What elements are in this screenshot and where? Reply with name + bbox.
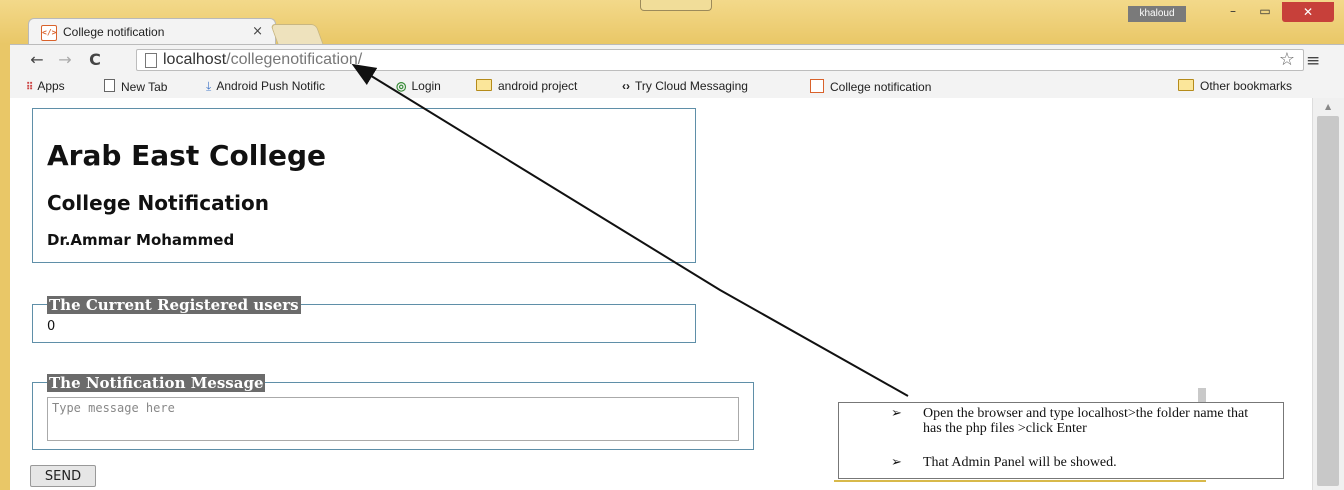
- page-icon: [104, 79, 115, 92]
- back-arrow-icon[interactable]: ←: [26, 49, 48, 71]
- callout-step-1-text: Open the browser and type localhost>the …: [923, 406, 1249, 436]
- bookmark-star-icon[interactable]: ☆: [1279, 49, 1295, 70]
- titlebar-handle: [640, 0, 712, 11]
- window-titlebar: </> College notification × khaloud – ▭ ✕: [0, 0, 1344, 46]
- download-icon: ⤓: [206, 79, 212, 93]
- college-name-heading: Arab East College: [47, 139, 326, 172]
- bookmark-college-notification[interactable]: College notification: [810, 79, 931, 94]
- browser-toolbar: ← → C localhost/collegenotification/ ☆ ≡: [10, 44, 1344, 77]
- bookmark-other[interactable]: Other bookmarks: [1178, 79, 1292, 93]
- page-icon: [145, 53, 157, 68]
- chrome-icon: ◎: [396, 79, 407, 93]
- scrollbar-thumb[interactable]: [1317, 116, 1339, 486]
- vertical-scrollbar[interactable]: ▲: [1312, 98, 1344, 490]
- close-window-button[interactable]: ✕: [1282, 2, 1334, 22]
- tab-college-notification[interactable]: </> College notification ×: [28, 18, 276, 46]
- scroll-up-icon[interactable]: ▲: [1325, 102, 1331, 111]
- tab-title: College notification: [63, 25, 165, 39]
- registered-users-count: 0: [47, 319, 56, 334]
- code-icon: ‹›: [622, 79, 630, 93]
- bookmark-try-cloud-messaging[interactable]: ‹› Try Cloud Messaging: [622, 79, 748, 93]
- folder-icon: [476, 79, 492, 91]
- bookmark-apps[interactable]: ⠿ Apps: [26, 79, 65, 93]
- site-favicon-icon: [810, 79, 824, 93]
- bookmark-login[interactable]: ◎ Login: [396, 79, 441, 93]
- new-tab-button[interactable]: [270, 24, 324, 45]
- folder-icon: [1178, 79, 1194, 91]
- header-panel: Arab East College College Notification D…: [32, 108, 696, 263]
- profile-badge[interactable]: khaloud: [1128, 6, 1186, 22]
- page-subtitle: College Notification: [47, 191, 270, 215]
- reload-icon[interactable]: C: [84, 49, 106, 71]
- bookmark-android-project[interactable]: android project: [476, 79, 577, 93]
- notification-message-fieldset: The Notification Message: [32, 374, 754, 450]
- instruction-callout: ➢ Open the browser and type localhost>th…: [838, 402, 1284, 479]
- bookmark-android-push[interactable]: ⤓ Android Push Notific: [206, 79, 325, 94]
- bookmarks-bar: ⠿ Apps New Tab ⤓ Android Push Notific ◎ Log…: [10, 76, 1344, 99]
- url-text[interactable]: localhost/collegenotification/: [163, 51, 362, 69]
- minimize-button[interactable]: –: [1218, 4, 1248, 22]
- chrome-menu-icon[interactable]: ≡: [1306, 51, 1320, 71]
- arrow-bullet-icon: ➢: [891, 406, 902, 421]
- registered-users-fieldset: The Current Registered users 0: [32, 296, 696, 343]
- window-frame-left: [0, 44, 10, 490]
- message-input[interactable]: [47, 397, 739, 441]
- address-bar[interactable]: localhost/collegenotification/ ☆: [136, 49, 1304, 71]
- callout-step-2-text: That Admin Panel will be showed.: [923, 455, 1117, 470]
- site-favicon-icon: </>: [41, 25, 57, 41]
- tab-close-icon[interactable]: ×: [252, 24, 263, 39]
- url-path: /collegenotification/: [226, 51, 363, 68]
- arrow-bullet-icon: ➢: [891, 455, 902, 470]
- forward-arrow-icon[interactable]: →: [54, 49, 76, 71]
- author-name: Dr.Ammar Mohammed: [47, 231, 235, 249]
- maximize-button[interactable]: ▭: [1250, 4, 1280, 22]
- apps-grid-icon: ⠿: [26, 82, 34, 93]
- send-button[interactable]: SEND: [30, 465, 96, 487]
- registered-users-legend: The Current Registered users: [47, 296, 301, 314]
- callout-underline: [834, 480, 1206, 482]
- url-host: localhost: [163, 51, 227, 68]
- notification-message-legend: The Notification Message: [47, 374, 266, 392]
- bookmark-new-tab[interactable]: New Tab: [104, 79, 167, 94]
